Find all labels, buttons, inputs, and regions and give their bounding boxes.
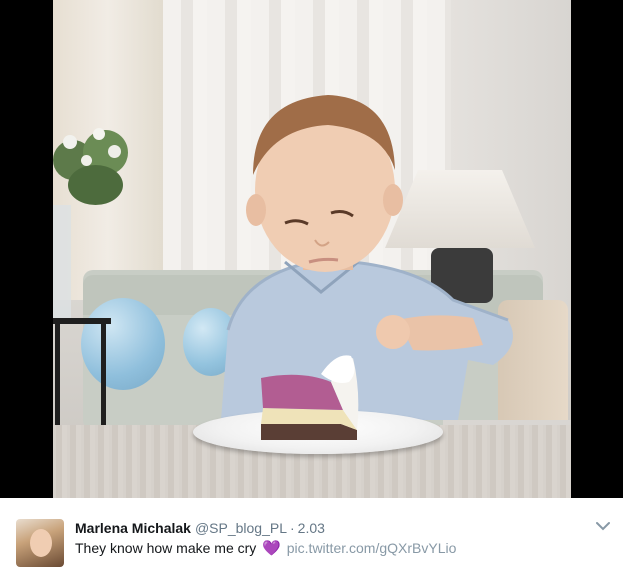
avatar-face xyxy=(30,529,52,557)
separator-dot: · xyxy=(290,520,295,536)
display-name[interactable]: Marlena Michalak xyxy=(75,520,191,536)
tweet-header: Marlena Michalak @SP_blog_PL · 2.03 xyxy=(75,519,325,537)
chevron-down-icon[interactable] xyxy=(596,521,610,531)
tweet-photo[interactable] xyxy=(53,0,571,498)
user-handle[interactable]: @SP_blog_PL xyxy=(195,520,287,536)
tweet-photo-frame xyxy=(0,0,623,498)
tweet-link[interactable]: pic.twitter.com/gQXrBvYLio xyxy=(287,540,457,556)
tweet-text-line: They know how make me cry 💜 pic.twitter.… xyxy=(75,539,456,558)
avatar[interactable] xyxy=(16,519,64,567)
tweet-timestamp[interactable]: 2.03 xyxy=(298,520,325,536)
purple-heart-icon: 💜 xyxy=(262,540,281,557)
tweet-text: They know how make me cry xyxy=(75,540,257,556)
cake-slice xyxy=(261,355,359,440)
